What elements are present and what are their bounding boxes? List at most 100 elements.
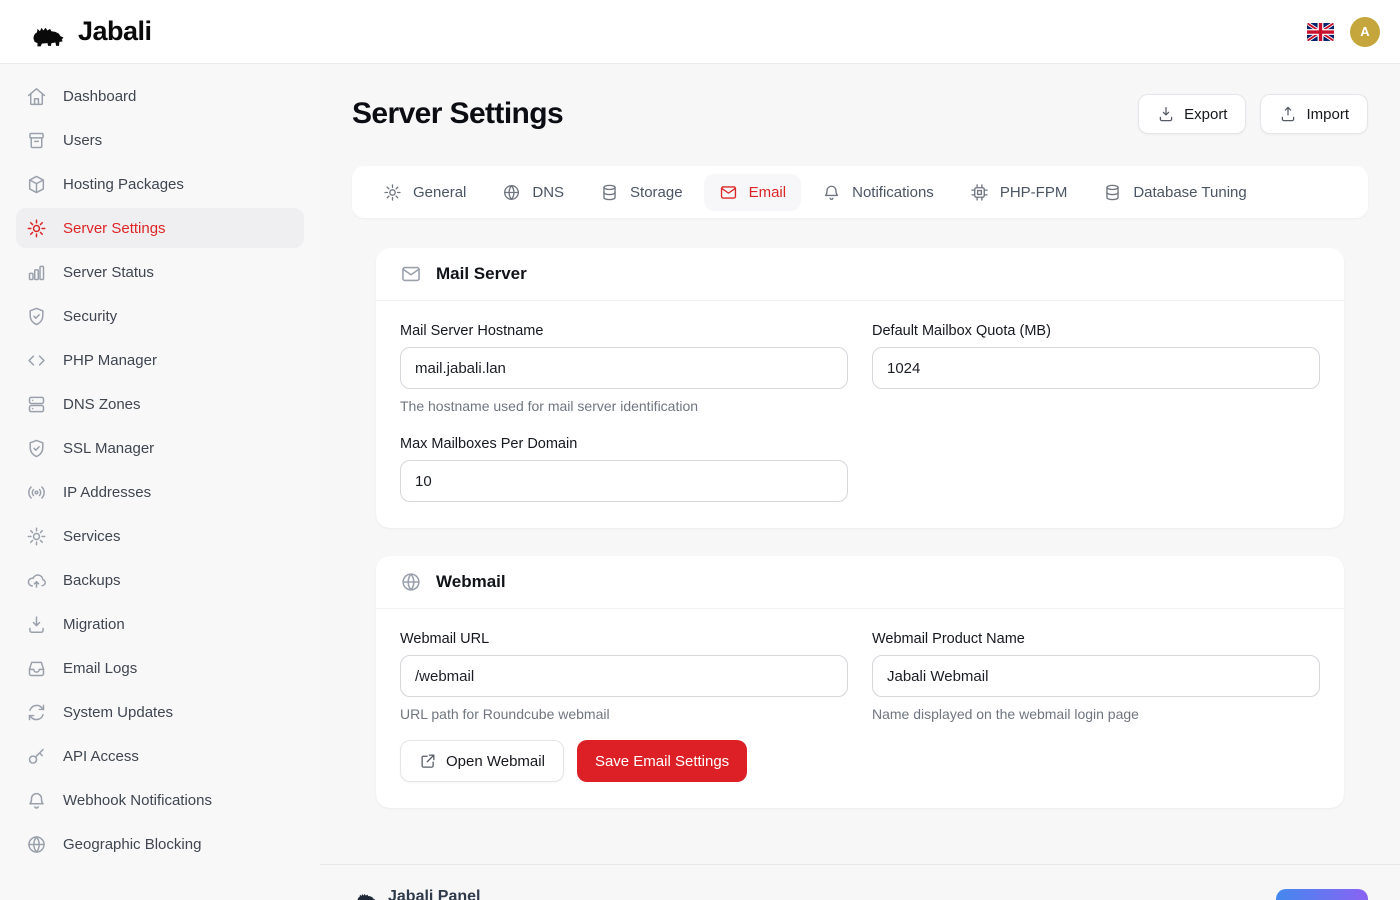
- database-icon: [1103, 183, 1122, 202]
- sidebar-item-api-access[interactable]: API Access: [16, 736, 304, 776]
- download-icon: [1157, 105, 1175, 123]
- webmail-product-name-help: Name displayed on the webmail login page: [872, 706, 1320, 722]
- webmail-product-name-label: Webmail Product Name: [872, 631, 1320, 647]
- tab-general[interactable]: General: [368, 174, 481, 211]
- gear-icon: [383, 183, 402, 202]
- mail-server-card-body: Mail Server Hostname The hostname used f…: [376, 301, 1344, 528]
- cpu-icon: [970, 183, 989, 202]
- export-button[interactable]: Export: [1138, 94, 1246, 134]
- webmail-product-name-field: Webmail Product Name Name displayed on t…: [872, 631, 1320, 722]
- bell-icon: [26, 790, 47, 811]
- webmail-product-name-input[interactable]: [872, 655, 1320, 697]
- boar-logo-icon: [24, 16, 68, 48]
- upload-icon: [1279, 105, 1297, 123]
- export-button-label: Export: [1184, 106, 1227, 123]
- webmail-url-label: Webmail URL: [400, 631, 848, 647]
- page-actions: Export Import: [1138, 94, 1368, 134]
- save-email-settings-button[interactable]: Save Email Settings: [577, 740, 747, 782]
- sidebar-item-email-logs[interactable]: Email Logs: [16, 648, 304, 688]
- globe-icon: [26, 834, 47, 855]
- max-mailboxes-field: Max Mailboxes Per Domain: [400, 436, 848, 502]
- uk-flag-icon: [1307, 23, 1334, 41]
- import-button-label: Import: [1306, 106, 1349, 123]
- inbox-icon: [26, 658, 47, 679]
- topbar: Jabali A: [0, 0, 1400, 64]
- webmail-url-field: Webmail URL URL path for Roundcube webma…: [400, 631, 848, 722]
- refresh-icon: [26, 702, 47, 723]
- max-mailboxes-input[interactable]: [400, 460, 848, 502]
- mail-server-card-header: Mail Server: [376, 248, 1344, 301]
- sidebar-item-security[interactable]: Security: [16, 296, 304, 336]
- globe-icon: [502, 183, 521, 202]
- sidebar-item-geographic-blocking[interactable]: Geographic Blocking: [16, 824, 304, 864]
- sidebar-item-system-updates[interactable]: System Updates: [16, 692, 304, 732]
- sidebar-item-users[interactable]: Users: [16, 120, 304, 160]
- server-stack-icon: [26, 394, 47, 415]
- language-selector[interactable]: [1307, 23, 1334, 41]
- boar-logo-icon: [352, 887, 378, 900]
- tab-notifications[interactable]: Notifications: [807, 174, 949, 211]
- mailbox-quota-input[interactable]: [872, 347, 1320, 389]
- sidebar-item-backups[interactable]: Backups: [16, 560, 304, 600]
- webmail-card-header: Webmail: [376, 556, 1344, 609]
- sidebar-item-migration[interactable]: Migration: [16, 604, 304, 644]
- shield-check-icon: [26, 438, 47, 459]
- topbar-right: A: [1307, 17, 1380, 47]
- sidebar-item-server-settings[interactable]: Server Settings: [16, 208, 304, 248]
- mailbox-quota-label: Default Mailbox Quota (MB): [872, 323, 1320, 339]
- database-icon: [600, 183, 619, 202]
- open-webmail-button[interactable]: Open Webmail: [400, 740, 564, 782]
- bell-icon: [822, 183, 841, 202]
- brand-logo: Jabali: [24, 16, 152, 48]
- tab-storage[interactable]: Storage: [585, 174, 698, 211]
- settings-tabs: General DNS Storage Email Notifications …: [352, 166, 1368, 218]
- webmail-card: Webmail Webmail URL URL path for Roundcu…: [376, 556, 1344, 808]
- tab-dns[interactable]: DNS: [487, 174, 579, 211]
- page-title: Server Settings: [352, 97, 563, 131]
- mail-icon: [719, 183, 738, 202]
- max-mailboxes-label: Max Mailboxes Per Domain: [400, 436, 848, 452]
- sidebar-item-php-manager[interactable]: PHP Manager: [16, 340, 304, 380]
- mail-hostname-field: Mail Server Hostname The hostname used f…: [400, 323, 848, 414]
- mail-hostname-help: The hostname used for mail server identi…: [400, 398, 848, 414]
- external-link-icon: [419, 752, 437, 770]
- sidebar-item-hosting-packages[interactable]: Hosting Packages: [16, 164, 304, 204]
- sidebar-item-server-status[interactable]: Server Status: [16, 252, 304, 292]
- open-webmail-button-label: Open Webmail: [446, 753, 545, 770]
- sidebar-item-dns-zones[interactable]: DNS Zones: [16, 384, 304, 424]
- tab-database-tuning[interactable]: Database Tuning: [1088, 174, 1261, 211]
- footer-action-button[interactable]: [1276, 889, 1368, 900]
- mail-server-card-title: Mail Server: [436, 264, 527, 284]
- tab-email[interactable]: Email: [704, 174, 802, 211]
- page-header: Server Settings Export Import: [320, 88, 1400, 140]
- sidebar-item-dashboard[interactable]: Dashboard: [16, 76, 304, 116]
- key-icon: [26, 746, 47, 767]
- webmail-url-input[interactable]: [400, 655, 848, 697]
- mail-hostname-input[interactable]: [400, 347, 848, 389]
- tab-php-fpm[interactable]: PHP-FPM: [955, 174, 1083, 211]
- footer-brand: Jabali Panel: [352, 883, 481, 900]
- footer-brand-name: Jabali Panel: [388, 888, 481, 900]
- import-button[interactable]: Import: [1260, 94, 1368, 134]
- globe-icon: [400, 571, 422, 593]
- home-icon: [26, 86, 47, 107]
- radio-waves-icon: [26, 482, 47, 503]
- brand-name: Jabali: [78, 16, 152, 47]
- bar-chart-icon: [26, 262, 47, 283]
- sidebar-item-services[interactable]: Services: [16, 516, 304, 556]
- mailbox-quota-field: Default Mailbox Quota (MB): [872, 323, 1320, 414]
- main-content: Server Settings Export Import General DN…: [320, 0, 1400, 900]
- webmail-url-help: URL path for Roundcube webmail: [400, 706, 848, 722]
- gear-icon: [26, 218, 47, 239]
- mail-hostname-label: Mail Server Hostname: [400, 323, 848, 339]
- sidebar-item-ssl-manager[interactable]: SSL Manager: [16, 428, 304, 468]
- webmail-card-body: Webmail URL URL path for Roundcube webma…: [376, 609, 1344, 808]
- webmail-buttons: Open Webmail Save Email Settings: [400, 740, 1320, 782]
- webmail-card-title: Webmail: [436, 572, 506, 592]
- mail-server-card: Mail Server Mail Server Hostname The hos…: [376, 248, 1344, 528]
- footer: Jabali Panel: [320, 864, 1400, 900]
- sidebar-item-ip-addresses[interactable]: IP Addresses: [16, 472, 304, 512]
- user-avatar[interactable]: A: [1350, 17, 1380, 47]
- shield-check-icon: [26, 306, 47, 327]
- sidebar-item-webhook-notifications[interactable]: Webhook Notifications: [16, 780, 304, 820]
